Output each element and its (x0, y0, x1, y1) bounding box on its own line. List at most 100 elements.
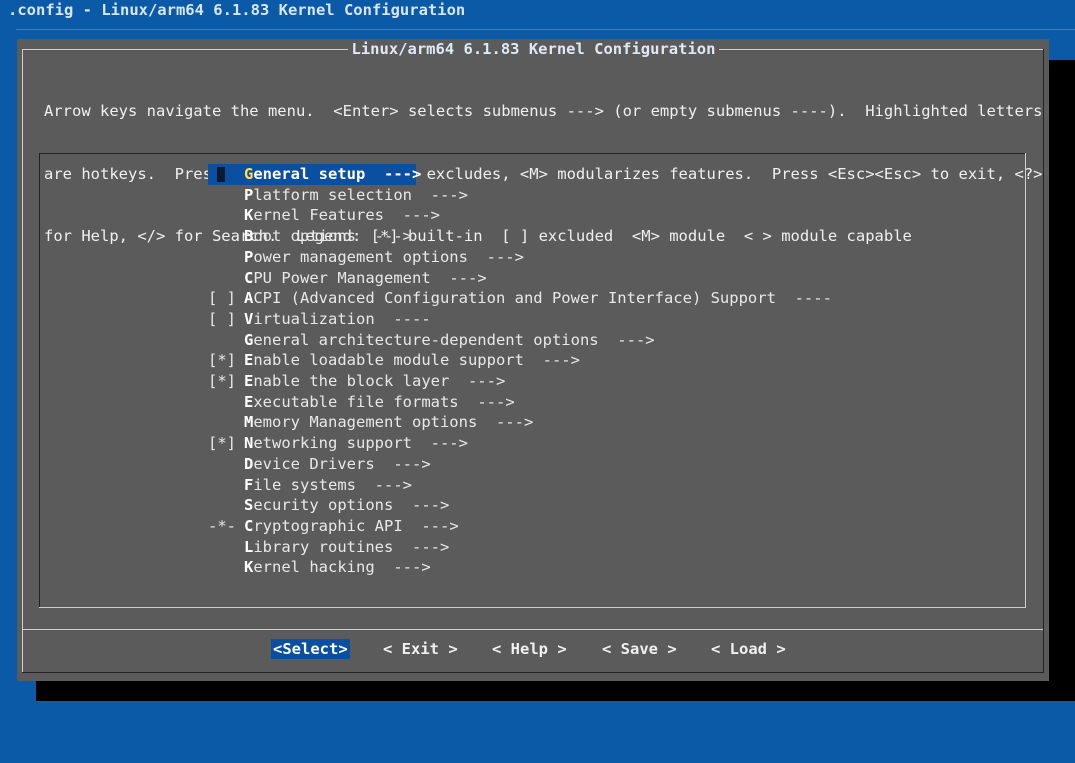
menu-item-hotkey: E (244, 351, 254, 370)
submenu-arrow: ---> (402, 516, 459, 535)
menu-item-label: Cryptographic API (244, 517, 403, 535)
menu-item[interactable]: [ ] Virtualization ---- (208, 309, 431, 330)
dialog-title: Linux/arm64 6.1.83 Kernel Configuration (351, 40, 716, 58)
menu-item[interactable]: -*- Cryptographic API ---> (208, 516, 459, 537)
menu-item-label: Boot options (244, 227, 356, 245)
load-button[interactable]: < Load > (709, 639, 788, 659)
menu-item-label: Kernel Features (244, 206, 384, 224)
menu-item-hotkey: K (244, 558, 254, 577)
menu-item-state: -*- (208, 516, 236, 535)
menu-item-text: etworking support (253, 434, 412, 453)
main-dialog: Linux/arm64 6.1.83 Kernel Configuration … (17, 39, 1049, 681)
submenu-arrow: ---- (775, 289, 832, 308)
menu-item-hotkey: F (244, 475, 254, 494)
menu-item[interactable]: Library routines ---> (208, 537, 449, 558)
menu-item-hotkey: E (244, 392, 254, 411)
menu-item-state: [*] (208, 351, 236, 370)
menu-item[interactable]: Platform selection ---> (208, 185, 468, 206)
menu-item[interactable]: General architecture-dependent options -… (208, 330, 655, 351)
menu-item-text: ower management options (253, 247, 468, 266)
submenu-arrow: ---> (356, 227, 412, 246)
menu-item-hotkey: C (244, 268, 254, 287)
menu-item[interactable]: Security options ---> (208, 495, 449, 516)
menu-item-label: Enable loadable module support (244, 351, 524, 369)
help-line: Arrow keys navigate the menu. <Enter> se… (44, 102, 1043, 121)
menu-item-text: emory Management options (253, 413, 478, 432)
submenu-arrow: ---> (384, 206, 440, 225)
menu-item-state: [*] (208, 434, 236, 453)
menu-item[interactable]: Power management options ---> (208, 247, 524, 268)
submenu-arrow: ---> (374, 558, 431, 577)
save-button[interactable]: < Save > (600, 639, 679, 659)
submenu-arrow: ---> (374, 454, 431, 473)
menu-item[interactable]: Memory Management options ---> (208, 412, 533, 433)
menu-item-hotkey: V (244, 309, 254, 328)
menu-item[interactable]: [*] Enable loadable module support ---> (208, 350, 580, 371)
menu-item[interactable]: Device Drivers ---> (208, 454, 431, 475)
menu-item-text: latform selection (253, 185, 412, 204)
menu-item-text: evice Drivers (253, 454, 375, 473)
menu-item[interactable]: Executable file formats ---> (208, 392, 515, 413)
window-title: .config - Linux/arm64 6.1.83 Kernel Conf… (8, 1, 466, 19)
help-button[interactable]: < Help > (490, 639, 569, 659)
help-line: for Help, </> for Search. Legend: [*] bu… (44, 226, 912, 245)
help-text: Arrow keys navigate the menu. <Enter> se… (44, 60, 1043, 288)
menu-item-text: ibrary routines (253, 537, 394, 556)
menu-item-text: irtualization (253, 309, 375, 328)
menu-item-hotkey: P (244, 185, 254, 204)
menu-item-text: ile systems (253, 475, 356, 494)
menu-item-label: Platform selection (244, 186, 412, 204)
submenu-arrow: ---> (458, 392, 515, 411)
menu-item[interactable]: File systems ---> (208, 475, 412, 496)
submenu-arrow: ---> (393, 537, 450, 556)
submenu-arrow: ---> (356, 475, 412, 494)
menu-item[interactable]: CPU Power Management ---> (208, 268, 487, 289)
menu-item-text: eneral architecture-dependent options (253, 330, 599, 349)
menu-item[interactable]: Boot options ---> (208, 226, 412, 247)
menu-item-hotkey: S (244, 496, 254, 515)
title-underline (16, 29, 1075, 30)
menu-item-state: [*] (208, 372, 236, 390)
submenu-arrow: ---> (477, 413, 534, 432)
menu-item-label: General architecture-dependent options (244, 331, 599, 349)
menu-item-text: ernel Features (253, 206, 384, 225)
button-bar: <Select> < Exit > < Help > < Save > < Lo… (17, 637, 1049, 663)
menu-item[interactable]: Kernel hacking ---> (208, 557, 431, 578)
menu-item[interactable]: [ ] ACPI (Advanced Configuration and Powe… (208, 288, 832, 309)
menu-item-state: [ ] (208, 309, 236, 328)
menu-item-label: General setup (244, 165, 365, 183)
menu-item-hotkey: B (244, 227, 254, 246)
menu-item-text: nable the block layer (253, 372, 450, 390)
menu-item-hotkey: E (244, 372, 254, 390)
submenu-arrow: ---> (411, 185, 468, 204)
menu-item-text: ernel hacking (253, 558, 375, 577)
menu-item-label: Kernel hacking (244, 558, 375, 576)
menu-item-label: Networking support (244, 434, 412, 452)
submenu-arrow: ---> (523, 351, 580, 370)
menu-item-text: ecurity options (253, 496, 394, 515)
submenu-arrow: ---> (430, 268, 487, 287)
menu-item-hotkey: P (244, 247, 254, 266)
menu-item-label: Enable the block layer (244, 372, 449, 390)
menu-item[interactable]: [*] Enable the block layer ---> (208, 371, 505, 392)
menu-item-text: oot options (253, 227, 356, 246)
select-button[interactable]: <Select> (271, 639, 350, 659)
menu-item-hotkey: C (244, 516, 254, 535)
menu-item[interactable]: General setup ---> (208, 164, 421, 185)
menu-item-label: Device Drivers (244, 455, 375, 473)
menu-item-label: ACPI (Advanced Configuration and Power I… (244, 289, 776, 307)
menu-item-label: Virtualization (244, 310, 375, 328)
submenu-arrow: ---> (411, 434, 468, 453)
submenu-arrow: ---> (365, 165, 422, 183)
menu-item-label: Memory Management options (244, 413, 477, 431)
menu-item-text: PU Power Management (253, 268, 431, 287)
menu-item-text: CPI (Advanced Configuration and Power In… (253, 289, 776, 308)
menu-item[interactable]: Kernel Features ---> (208, 205, 440, 226)
submenu-arrow: ---> (598, 330, 655, 349)
menu-item-hotkey: G (244, 330, 254, 349)
menu-item[interactable]: [*] Networking support ---> (208, 433, 468, 454)
menu-item-label: Power management options (244, 248, 468, 266)
menu-item-hotkey: D (244, 454, 254, 473)
submenu-arrow: ---- (374, 309, 431, 328)
exit-button[interactable]: < Exit > (381, 639, 460, 659)
